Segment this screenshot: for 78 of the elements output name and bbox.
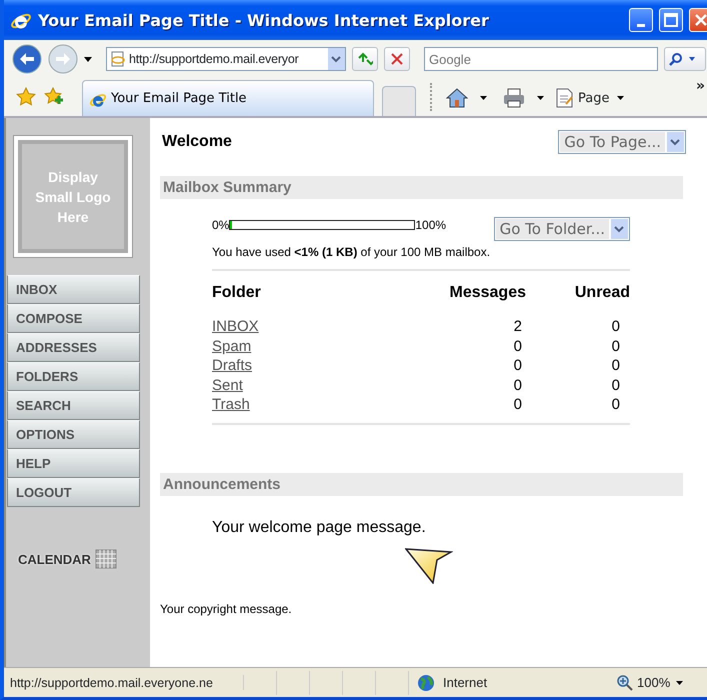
caret-icon[interactable] xyxy=(480,96,487,100)
go-to-page-dropdown[interactable]: Go To Page... xyxy=(558,130,686,154)
progress-min-label: 0% xyxy=(212,217,230,234)
maximize-icon xyxy=(664,13,678,27)
caret-icon xyxy=(689,57,695,61)
close-icon xyxy=(695,14,707,26)
folder-link[interactable]: Spam xyxy=(212,338,252,354)
nav-button[interactable]: INBOX xyxy=(7,275,140,304)
unread-count: 0 xyxy=(612,318,620,335)
security-zone-text: Internet xyxy=(443,675,488,690)
page-icon xyxy=(110,51,126,67)
search-icon xyxy=(669,52,683,66)
close-button[interactable] xyxy=(689,8,707,32)
add-favorite-icon[interactable] xyxy=(44,87,64,107)
pointer-icon xyxy=(405,548,453,584)
folder-link[interactable]: Trash xyxy=(212,396,250,413)
caret-icon[interactable] xyxy=(537,96,544,100)
search-field[interactable]: Google xyxy=(424,47,658,71)
announcement-message: Your welcome page message. xyxy=(212,518,426,538)
nav-button[interactable]: HELP xyxy=(7,449,140,478)
stop-button[interactable] xyxy=(384,47,410,71)
home-icon[interactable] xyxy=(446,88,468,108)
printer-icon[interactable] xyxy=(503,88,525,108)
zoom-icon xyxy=(617,674,633,690)
globe-icon xyxy=(417,674,435,692)
folder-link[interactable]: INBOX xyxy=(212,318,259,335)
copyright-text: Your copyright message. xyxy=(160,600,292,618)
column-header: Unread xyxy=(574,284,630,301)
search-button[interactable] xyxy=(664,47,706,71)
minimize-icon xyxy=(637,24,645,26)
calendar-link[interactable]: CALENDAR xyxy=(18,552,91,566)
address-field[interactable]: http://supportdemo.mail.everyor xyxy=(106,47,346,71)
nav-button[interactable]: SEARCH xyxy=(7,391,140,420)
browser-tab[interactable]: Your Email Page Title xyxy=(82,80,374,116)
calendar-icon[interactable] xyxy=(94,549,117,569)
nav-button[interactable]: COMPOSE xyxy=(7,304,140,333)
page-menu-button[interactable]: Page xyxy=(556,80,624,116)
nav-button[interactable]: OPTIONS xyxy=(7,420,140,449)
favorites-star-icon[interactable] xyxy=(16,87,36,107)
forward-icon[interactable] xyxy=(48,44,78,74)
refresh-button[interactable] xyxy=(352,47,378,71)
folder-link[interactable]: Sent xyxy=(212,376,243,394)
nav-button[interactable]: LOGOUT xyxy=(7,478,140,507)
maximize-button[interactable] xyxy=(659,8,683,32)
caret-icon[interactable] xyxy=(676,680,683,684)
message-count: 2 xyxy=(514,318,522,335)
logo-placeholder-text: Display Small Logo Here xyxy=(34,168,112,226)
stop-icon xyxy=(391,53,403,65)
more-chevron[interactable]: » xyxy=(696,78,705,94)
section-header: Announcements xyxy=(160,472,683,496)
column-header: Folder xyxy=(212,284,261,301)
caret-icon xyxy=(617,96,624,100)
progress-max-label: 100% xyxy=(415,217,446,234)
window-title: Your Email Page Title - Windows Internet Explorer xyxy=(38,10,490,30)
address-text: http://supportdemo.mail.everyor xyxy=(129,52,300,66)
welcome-heading: Welcome xyxy=(162,132,232,152)
section-header: Mailbox Summary xyxy=(160,176,683,199)
nav-button[interactable]: FOLDERS xyxy=(7,362,140,391)
page-icon xyxy=(556,88,574,108)
go-to-folder-dropdown[interactable]: Go To Folder... xyxy=(494,217,630,241)
unread-count: 0 xyxy=(612,376,620,394)
message-count: 0 xyxy=(514,396,522,413)
column-header: Messages xyxy=(450,284,526,301)
back-icon[interactable] xyxy=(12,44,42,74)
unread-count: 0 xyxy=(612,357,620,374)
zoom-button[interactable]: 100% xyxy=(617,674,670,690)
refresh-icon xyxy=(357,52,373,66)
message-count: 0 xyxy=(514,338,522,354)
minimize-button[interactable] xyxy=(629,8,653,32)
unread-count: 0 xyxy=(612,396,620,413)
nav-button[interactable]: ADDRESSES xyxy=(7,333,140,362)
usage-text: You have used <1% (1 KB) of your 100 MB mailbox. xyxy=(212,244,492,261)
message-count: 0 xyxy=(514,376,522,394)
message-count: 0 xyxy=(514,357,522,374)
status-url: http://supportdemo.mail.everyone.ne xyxy=(10,676,213,690)
folder-link[interactable]: Drafts xyxy=(212,357,252,374)
caret-icon[interactable] xyxy=(84,56,92,62)
unread-count: 0 xyxy=(612,338,620,354)
